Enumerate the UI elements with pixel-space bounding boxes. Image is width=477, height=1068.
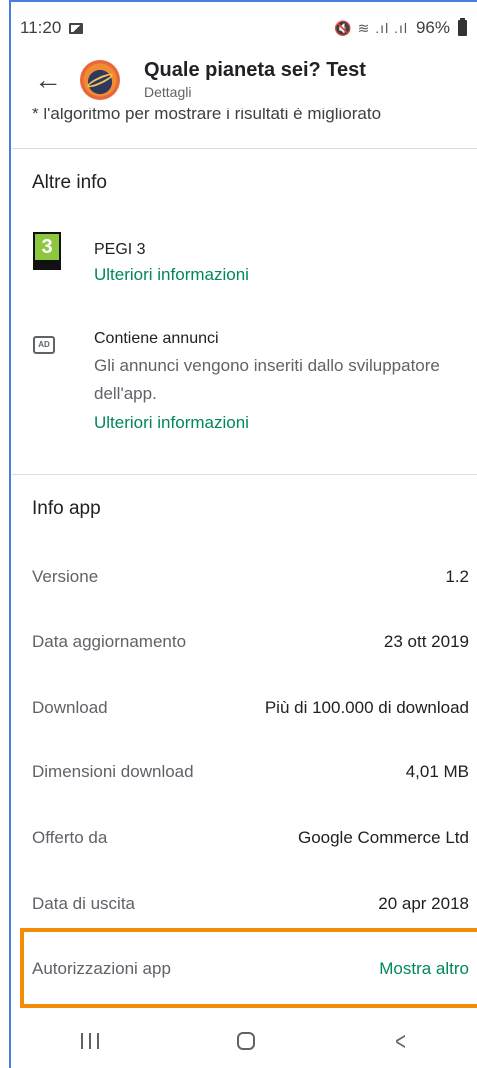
row-label: Versione	[32, 567, 99, 586]
section-title-altre-info: Altre info	[32, 172, 107, 193]
app-subtitle: Dettagli	[144, 84, 192, 100]
app-bar: ← Quale pianeta sei? Test Dettagli	[12, 52, 477, 108]
recents-bar	[80, 1033, 83, 1049]
status-left: 11:20	[20, 18, 84, 38]
row-value: 4,01 MB	[405, 762, 469, 781]
image-notification-icon	[69, 22, 84, 34]
info-row-downloads: Download Più di 100.000 di download	[32, 696, 469, 720]
row-label: Offerto da	[32, 828, 108, 847]
pegi-more-info-link[interactable]: Ulteriori informazioni	[94, 265, 249, 285]
back-icon[interactable]: <	[395, 1028, 406, 1054]
row-value: 20 apr 2018	[378, 894, 469, 913]
arrow-back-icon[interactable]: ←	[24, 56, 72, 104]
info-row-download-size: Dimensioni download 4,01 MB	[32, 760, 469, 784]
info-row-release-date: Data di uscita 20 apr 2018	[32, 892, 469, 916]
row-label: Download	[32, 698, 108, 717]
info-row-version: Versione 1.2	[32, 565, 469, 589]
ads-description: Gli annunci vengono inseriti dallo svilu…	[94, 356, 440, 403]
status-bar: 11:20 🔇 ≋ .ıl .ıl 96%	[20, 8, 467, 48]
description-clipped-text: * l'algoritmo per mostrare i risultati è…	[32, 108, 382, 123]
battery-icon	[458, 18, 467, 36]
row-label: Dimensioni download	[32, 762, 194, 781]
ads-title: Contiene annunci	[94, 330, 219, 347]
row-value: 23 ott 2019	[383, 632, 469, 651]
recents-icon[interactable]	[80, 1033, 99, 1049]
frame-border	[9, 0, 477, 2]
divider	[12, 474, 477, 475]
recents-bar	[96, 1033, 99, 1049]
recents-bar	[88, 1033, 91, 1049]
divider	[12, 148, 477, 149]
battery-level: 96%	[415, 18, 450, 37]
title-block: Quale pianeta sei? Test Dettagli	[144, 58, 366, 102]
section-title-info-app: Info app	[32, 498, 101, 519]
mute-wifi-signal-icon: 🔇 ≋ .ıl .ıl	[334, 19, 408, 36]
info-row-offered-by: Offerto da Google Commerce Ltd	[32, 826, 469, 850]
app-title: Quale pianeta sei? Test	[144, 59, 366, 81]
row-value: Più di 100.000 di download	[264, 698, 469, 717]
row-value: Google Commerce Ltd	[297, 828, 469, 847]
frame-border	[9, 0, 11, 1068]
navigation-bar: <	[12, 1014, 477, 1068]
pegi-number: 3	[35, 234, 59, 260]
pegi-rating-icon: 3	[33, 232, 61, 270]
pegi-title: PEGI 3	[94, 241, 146, 258]
info-row-update-date: Data aggiornamento 23 ott 2019	[32, 630, 469, 654]
planet-app-icon	[80, 60, 120, 100]
status-right: 🔇 ≋ .ıl .ıl 96%	[334, 18, 467, 38]
screen: 11:20 🔇 ≋ .ıl .ıl 96% ← Quale pianeta se…	[0, 0, 477, 1068]
home-icon[interactable]	[236, 1032, 255, 1050]
row-value: 1.2	[445, 567, 469, 586]
clock: 11:20	[20, 18, 62, 37]
ad-icon: AD	[33, 336, 55, 354]
ads-more-info-link[interactable]: Ulteriori informazioni	[94, 413, 249, 433]
row-label: Data di uscita	[32, 894, 135, 913]
row-label: Data aggiornamento	[32, 632, 187, 651]
highlight-box	[20, 928, 477, 1008]
